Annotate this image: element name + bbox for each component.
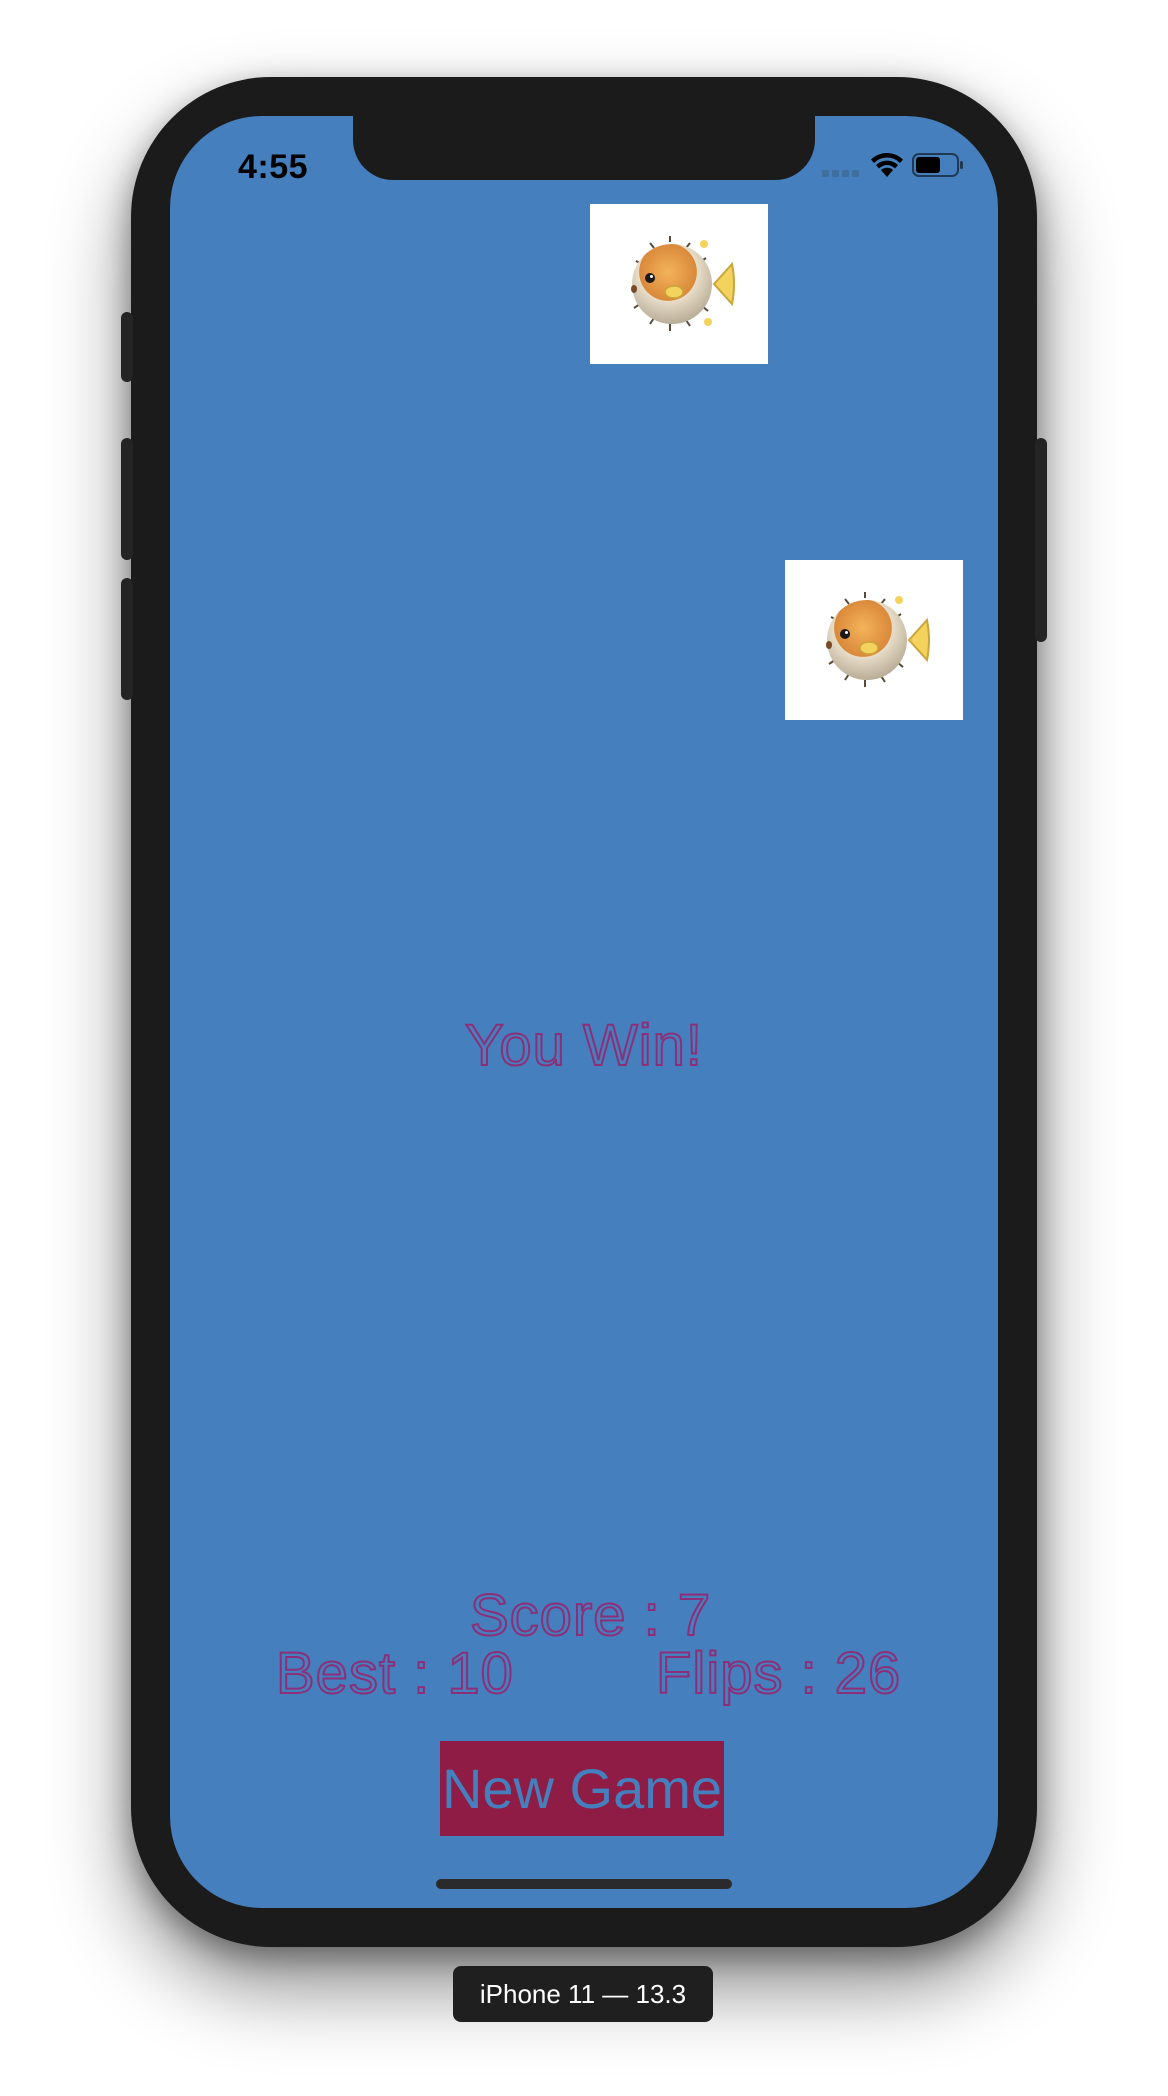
card-2[interactable] bbox=[785, 560, 963, 720]
card-1[interactable] bbox=[590, 204, 768, 364]
pufferfish-icon bbox=[631, 236, 735, 331]
silent-switch bbox=[121, 312, 133, 382]
battery-icon bbox=[912, 153, 963, 177]
best-label: Best : 10 bbox=[275, 1640, 514, 1707]
volume-down-button bbox=[121, 578, 133, 700]
home-indicator[interactable] bbox=[436, 1879, 732, 1889]
power-button bbox=[1035, 438, 1047, 642]
pufferfish-icon bbox=[826, 592, 930, 687]
score-label: Score : 7 bbox=[469, 1582, 712, 1649]
notch bbox=[353, 116, 815, 180]
cellular-signal-icon bbox=[822, 170, 859, 177]
device-label: iPhone 11 — 13.3 bbox=[453, 1966, 713, 2022]
wifi-icon bbox=[871, 153, 903, 177]
status-time: 4:55 bbox=[238, 148, 309, 186]
volume-up-button bbox=[121, 438, 133, 560]
app-screen: 4:55 You Win! Score: 7 Best: 10 Flips … bbox=[170, 116, 998, 1908]
new-game-button[interactable]: New Game bbox=[440, 1741, 724, 1836]
flips-label: Flips : 26 bbox=[655, 1640, 902, 1707]
simulator-window: 4:55 You Win! Score: 7 Best: 10 Flips … bbox=[0, 0, 1168, 2096]
win-message: You Win! bbox=[464, 1012, 703, 1079]
